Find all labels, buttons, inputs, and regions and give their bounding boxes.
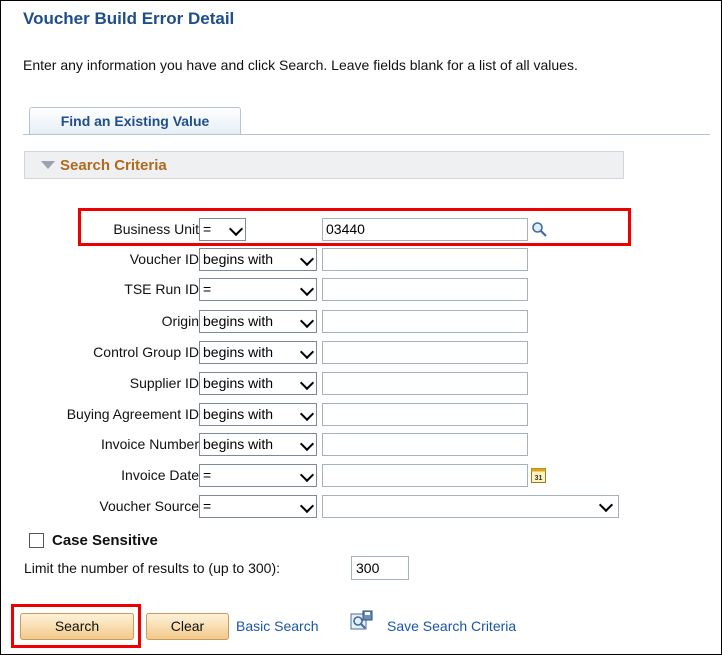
- save-search-icon[interactable]: [350, 610, 374, 632]
- chevron-down-icon: [299, 436, 315, 452]
- voucher-id-operator-value: begins with: [203, 251, 274, 267]
- calendar-icon-text: 31: [535, 475, 543, 482]
- voucher-source-operator-value: =: [203, 498, 212, 514]
- control-group-id-operator-value: begins with: [203, 344, 274, 360]
- search-criteria-header[interactable]: Search Criteria: [24, 151, 624, 179]
- clear-button[interactable]: Clear: [146, 613, 229, 640]
- supplier-id-label: Supplier ID: [129, 375, 199, 391]
- field-row-voucher-id: Voucher ID begins with: [0, 248, 722, 272]
- supplier-id-operator-value: begins with: [203, 375, 274, 391]
- business-unit-highlight: [78, 208, 631, 246]
- chevron-down-icon: [299, 281, 315, 297]
- voucher-source-operator-select[interactable]: =: [199, 495, 317, 518]
- tse-run-id-input[interactable]: [322, 278, 528, 301]
- voucher-source-select[interactable]: [322, 495, 619, 518]
- field-row-invoice-number: Invoice Number begins with: [0, 433, 722, 457]
- field-row-voucher-source: Voucher Source =: [0, 495, 722, 519]
- invoice-number-input[interactable]: [322, 433, 528, 456]
- basic-search-link[interactable]: Basic Search: [236, 618, 318, 634]
- case-sensitive-label: Case Sensitive: [52, 532, 158, 549]
- voucher-id-operator-select[interactable]: begins with: [199, 248, 317, 271]
- calendar-icon[interactable]: 31: [531, 466, 546, 483]
- tse-run-id-operator-select[interactable]: =: [199, 278, 317, 301]
- chevron-down-icon: [299, 344, 315, 360]
- invoice-date-label: Invoice Date: [121, 467, 199, 483]
- control-group-id-operator-select[interactable]: begins with: [199, 341, 317, 364]
- chevron-down-icon: [598, 497, 614, 513]
- chevron-down-icon: [299, 498, 315, 514]
- origin-label: Origin: [161, 313, 199, 329]
- tse-run-id-label: TSE Run ID: [124, 281, 199, 297]
- tse-run-id-operator-value: =: [203, 281, 212, 297]
- buying-agreement-id-label: Buying Agreement ID: [66, 406, 199, 422]
- supplier-id-operator-select[interactable]: begins with: [199, 372, 317, 395]
- invoice-number-operator-select[interactable]: begins with: [199, 433, 317, 456]
- control-group-id-input[interactable]: [322, 341, 528, 364]
- buying-agreement-id-operator-select[interactable]: begins with: [199, 403, 317, 426]
- invoice-number-operator-value: begins with: [203, 436, 274, 452]
- invoice-date-input[interactable]: [322, 464, 528, 487]
- control-group-id-label: Control Group ID: [93, 344, 199, 360]
- page-title: Voucher Build Error Detail: [23, 9, 235, 28]
- limit-results-input[interactable]: 300: [351, 556, 409, 580]
- search-button-highlight: [11, 604, 141, 648]
- field-row-invoice-date: Invoice Date = 31: [0, 464, 722, 488]
- field-row-buying-agreement-id: Buying Agreement ID begins with: [0, 403, 722, 427]
- field-row-supplier-id: Supplier ID begins with: [0, 372, 722, 396]
- chevron-down-icon: [299, 406, 315, 422]
- chevron-down-icon: [299, 313, 315, 329]
- origin-operator-select[interactable]: begins with: [199, 310, 317, 333]
- buying-agreement-id-operator-value: begins with: [203, 406, 274, 422]
- tab-divider: [23, 134, 710, 135]
- instructions: Enter any information you have and click…: [23, 57, 578, 73]
- origin-operator-value: begins with: [203, 313, 274, 329]
- field-row-tse-run-id: TSE Run ID =: [0, 278, 722, 302]
- search-criteria-label: Search Criteria: [60, 157, 167, 174]
- buying-agreement-id-input[interactable]: [322, 403, 528, 426]
- tab-find-existing-value[interactable]: Find an Existing Value: [29, 107, 241, 134]
- chevron-down-icon: [299, 467, 315, 483]
- invoice-date-operator-select[interactable]: =: [199, 464, 317, 487]
- case-sensitive-checkbox[interactable]: [29, 533, 44, 548]
- voucher-id-label: Voucher ID: [129, 251, 199, 267]
- field-row-control-group-id: Control Group ID begins with: [0, 341, 722, 365]
- voucher-id-input[interactable]: [322, 248, 528, 271]
- limit-results-label: Limit the number of results to (up to 30…: [24, 560, 281, 576]
- invoice-number-label: Invoice Number: [100, 436, 199, 452]
- origin-input[interactable]: [322, 310, 528, 333]
- chevron-down-icon: [299, 375, 315, 391]
- save-search-criteria-link[interactable]: Save Search Criteria: [387, 618, 516, 634]
- field-row-origin: Origin begins with: [0, 310, 722, 334]
- invoice-date-operator-value: =: [203, 467, 212, 483]
- chevron-down-icon: [299, 251, 315, 267]
- supplier-id-input[interactable]: [322, 372, 528, 395]
- voucher-source-label: Voucher Source: [99, 498, 199, 514]
- collapse-triangle-icon[interactable]: [41, 161, 55, 169]
